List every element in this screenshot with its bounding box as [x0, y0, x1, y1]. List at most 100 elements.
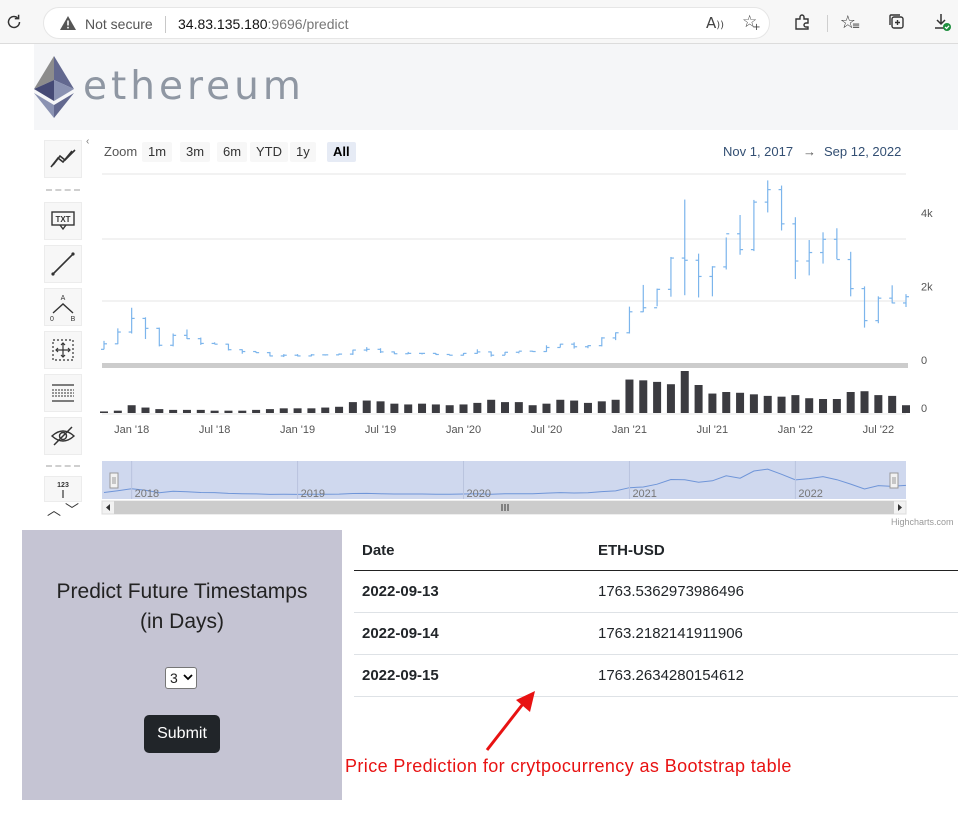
header-date: Date — [362, 542, 395, 559]
volume-bar — [597, 401, 606, 413]
url-text[interactable]: 34.83.135.180:9696/predict — [178, 16, 348, 32]
volume-bar — [335, 406, 344, 413]
warning-icon[interactable] — [59, 15, 77, 36]
volume-bar — [431, 404, 440, 413]
site-header: ethereum — [34, 44, 958, 130]
volume-bar — [418, 403, 427, 413]
volume-bar — [390, 403, 399, 413]
volume-bar — [100, 411, 108, 413]
volume-bar — [182, 409, 191, 413]
volume-bar — [404, 404, 413, 413]
volume-bar — [265, 409, 274, 413]
volume-bar — [570, 400, 579, 413]
volume-bar — [307, 408, 316, 413]
ethereum-logo-icon — [34, 56, 74, 118]
volume-bar — [445, 405, 454, 413]
read-aloud-icon[interactable]: A)) — [706, 14, 724, 32]
navigator-handle — [109, 472, 119, 489]
navigator-label: 2019 — [301, 488, 325, 500]
x-axis-label: Jul '21 — [697, 424, 728, 436]
volume-bar — [528, 405, 537, 413]
volume-bar — [832, 399, 841, 413]
volume-bar — [653, 381, 662, 413]
volume-bar — [611, 399, 620, 413]
volume-bar — [348, 402, 357, 413]
volume-bar — [680, 371, 689, 413]
volume-bar — [127, 405, 136, 413]
navigator-label: 2020 — [467, 488, 491, 500]
predict-form-panel: Predict Future Timestamps (in Days) 3 Su… — [22, 530, 342, 800]
volume-bar — [556, 399, 565, 413]
table-row: 2022-09-13 1763.5362973986496 — [354, 571, 958, 613]
volume-bar — [846, 392, 855, 413]
navigator-label: 2022 — [798, 488, 822, 500]
x-axis-label: Jul '22 — [863, 424, 894, 436]
volume-bar — [514, 402, 523, 413]
annotation-caption: Price Prediction for crytpocurrency as B… — [345, 756, 792, 776]
volume-bar — [141, 407, 150, 413]
predict-title-line1: Predict Future Timestamps — [56, 580, 308, 603]
x-axis-label: Jan '21 — [612, 424, 647, 436]
navigator-label: 2021 — [632, 488, 656, 500]
volume-bar — [736, 392, 745, 413]
volume-bar — [583, 402, 592, 413]
highcharts-credits: Highcharts.com — [891, 517, 954, 527]
volume-bar — [501, 402, 509, 413]
volume-bar — [487, 399, 496, 413]
volume-bar — [113, 410, 122, 413]
predict-title-line2: (in Days) — [139, 610, 224, 633]
price-label-2k: 2k — [921, 281, 933, 293]
x-axis-label: Jan '19 — [280, 424, 315, 436]
stock-chart: ‹ TXT A0B 123 ︿ ﹀ Zoom 1m 3m 6m YTD 1y A… — [34, 134, 958, 529]
volume-bar — [819, 399, 828, 413]
x-axis-label: Jul '20 — [531, 424, 562, 436]
chart-plot[interactable]: 4k 2k 0 0 Jan '18 Jul '18 Jan '19 Jul '19 Jan '2… — [34, 134, 958, 529]
pane-separator — [102, 363, 908, 368]
row-value: 1763.2182141911906 — [598, 625, 743, 642]
volume-bar — [459, 404, 468, 413]
volume-bar — [321, 407, 330, 413]
predict-title: Predict Future Timestamps (in Days) — [22, 577, 342, 637]
favorites-icon[interactable]: ☆ ≡ — [840, 10, 864, 34]
add-favorite-icon[interactable]: ☆+ — [742, 12, 766, 33]
volume-bar — [473, 402, 482, 413]
volume-bar — [902, 405, 910, 413]
address-bar[interactable]: Not secure 34.83.135.180:9696/predict A)… — [43, 7, 770, 39]
header-eth-usd: ETH-USD — [598, 542, 665, 559]
days-select[interactable]: 3 — [165, 667, 197, 689]
volume-bar — [777, 396, 786, 413]
row-value: 1763.2634280154612 — [598, 667, 744, 684]
annotation-arrow-icon — [485, 691, 535, 751]
downloads-icon[interactable] — [930, 10, 954, 34]
x-axis-label: Jan '22 — [778, 424, 813, 436]
volume-bar — [888, 395, 897, 413]
navigator-handle — [889, 472, 899, 489]
extensions-icon[interactable] — [790, 10, 814, 34]
navigator-label: 2018 — [135, 488, 159, 500]
volume-bar — [542, 403, 551, 413]
volume-bar — [708, 393, 717, 413]
row-date: 2022-09-15 — [362, 667, 439, 684]
scrollbar-thumb — [114, 501, 894, 514]
browser-toolbar: Not secure 34.83.135.180:9696/predict A)… — [0, 0, 958, 44]
submit-button[interactable]: Submit — [144, 715, 220, 753]
volume-bar — [196, 409, 205, 413]
volume-bar — [279, 408, 288, 413]
volume-bar — [639, 380, 648, 413]
volume-bar — [169, 409, 178, 413]
x-axis-label: Jul '18 — [199, 424, 230, 436]
security-label[interactable]: Not secure — [85, 16, 153, 32]
reload-icon[interactable] — [2, 10, 26, 34]
row-date: 2022-09-14 — [362, 625, 439, 642]
chevron-down-icon — [183, 674, 193, 681]
volume-bar — [376, 401, 385, 413]
volume-bar — [293, 408, 302, 413]
x-axis-label: Jul '19 — [365, 424, 396, 436]
volume-bar — [210, 410, 219, 413]
prediction-table: Date ETH-USD 2022-09-13 1763.53629739864… — [354, 530, 958, 697]
collections-icon[interactable] — [885, 10, 909, 34]
price-label-0: 0 — [921, 355, 927, 367]
volume-bar — [694, 385, 703, 413]
volume-bar — [625, 379, 634, 413]
volume-bar — [722, 392, 731, 413]
